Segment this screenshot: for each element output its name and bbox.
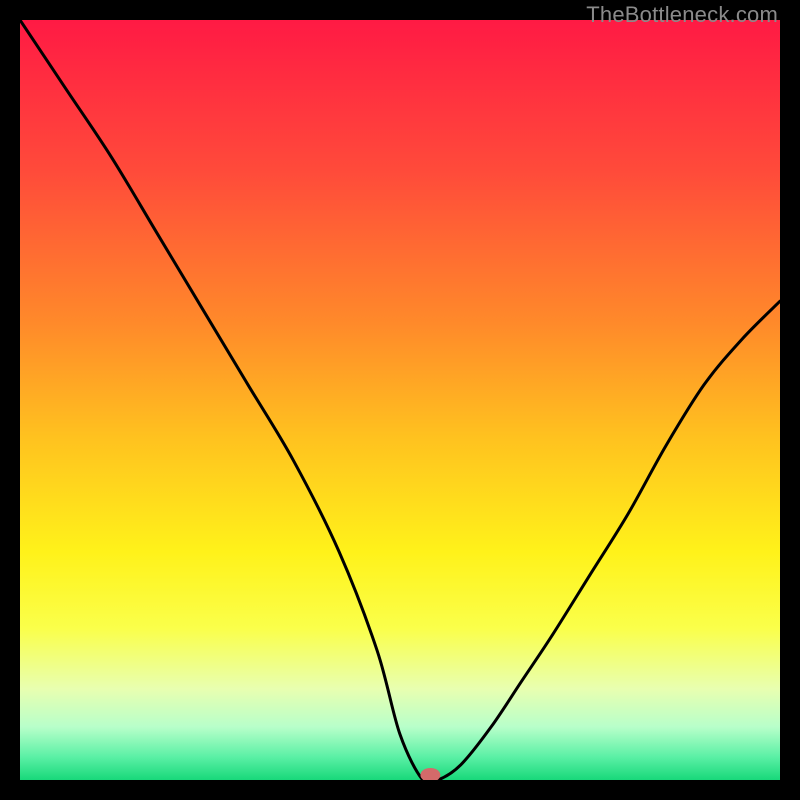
chart-background (20, 20, 780, 780)
chart-svg (20, 20, 780, 780)
chart-frame (20, 20, 780, 780)
watermark-text: TheBottleneck.com (586, 2, 778, 28)
